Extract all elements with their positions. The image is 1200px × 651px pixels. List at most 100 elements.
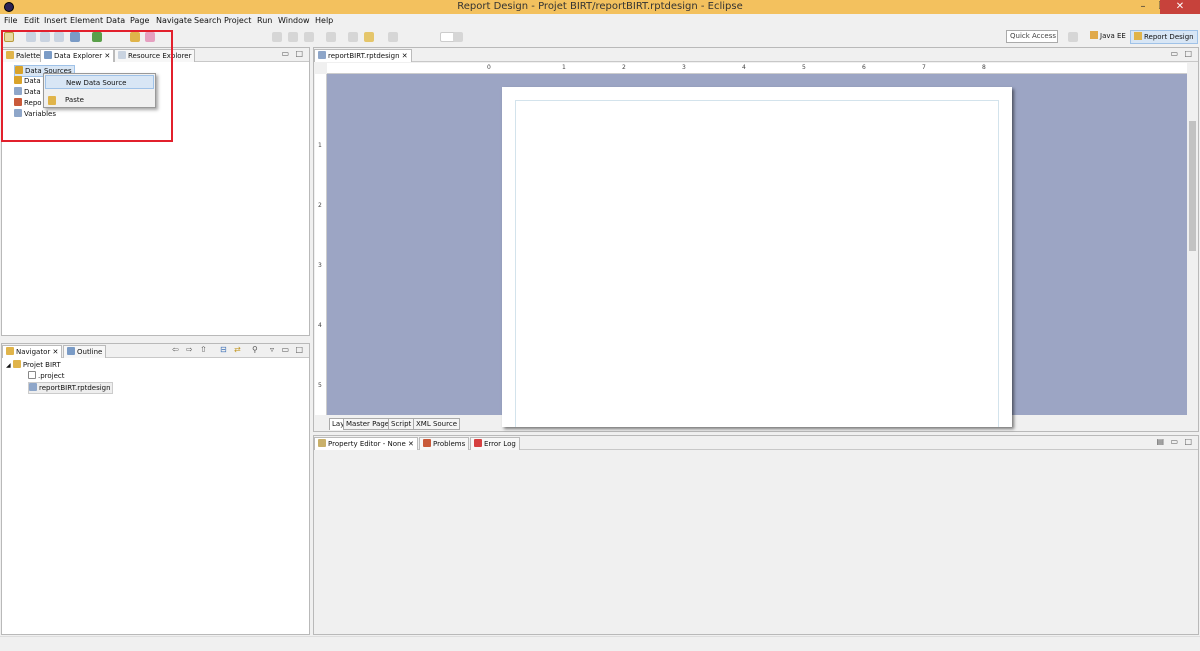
menu-edit[interactable]: Edit: [24, 16, 40, 25]
error-log-icon: [474, 439, 482, 447]
maximize-view-icon[interactable]: □: [295, 345, 303, 354]
menu-navigate[interactable]: Navigate: [156, 16, 192, 25]
ruler-mark: 5: [802, 64, 806, 71]
menu-project[interactable]: Project: [224, 16, 251, 25]
view-menu-icon[interactable]: ▤: [1156, 437, 1164, 446]
tree-item-project[interactable]: ◢ Projet BIRT: [6, 360, 61, 371]
quick-access-input[interactable]: Quick Access: [1006, 30, 1058, 43]
title-bar: Report Design - Projet BIRT/reportBIRT.r…: [0, 0, 1200, 14]
report-design-icon: [1134, 32, 1142, 40]
forward-icon[interactable]: [388, 32, 398, 42]
report-page[interactable]: [502, 87, 1012, 427]
menu-page[interactable]: Page: [130, 16, 149, 25]
java-ee-icon: [1090, 31, 1098, 39]
pin-icon[interactable]: [453, 32, 463, 42]
tab-master-page[interactable]: Master Page: [343, 418, 393, 430]
tab-property-editor-label: Property Editor - None: [328, 440, 406, 448]
page-body-area[interactable]: [515, 100, 999, 427]
outline-icon: [67, 347, 75, 355]
status-bar: [0, 636, 1200, 651]
menu-window[interactable]: Window: [278, 16, 310, 25]
highlight-annotation-box: [1, 30, 173, 142]
editor-vertical-scrollbar[interactable]: [1187, 63, 1198, 415]
vertical-ruler: 1 2 3 4 5: [315, 74, 327, 415]
redo-icon[interactable]: [288, 32, 298, 42]
last-edit-icon[interactable]: [348, 32, 358, 42]
close-tab-icon[interactable]: ✕: [408, 440, 414, 448]
perspective-java-ee-label: Java EE: [1100, 32, 1126, 40]
tree-item-report-file-label: reportBIRT.rptdesign: [39, 384, 111, 392]
menu-element[interactable]: Element: [70, 16, 103, 25]
navigator-tabbar: Navigator ✕ Outline ⇦ ⇨ ⇧ ⊟ ⇄ ⚲ ▿ ▭ □: [2, 344, 309, 358]
close-tab-icon[interactable]: ✕: [402, 52, 408, 60]
ruler-mark: 2: [318, 202, 322, 209]
tab-xml-source[interactable]: XML Source: [413, 418, 461, 430]
tab-outline[interactable]: Outline: [63, 345, 107, 358]
minimize-view-icon[interactable]: ▭: [281, 345, 289, 354]
tab-outline-label: Outline: [77, 348, 103, 356]
property-editor-icon: [318, 439, 326, 447]
scrollbar-thumb[interactable]: [1189, 121, 1196, 251]
forward-nav-icon[interactable]: ⇨: [186, 345, 193, 354]
maximize-view-icon[interactable]: □: [295, 49, 303, 58]
minimize-view-icon[interactable]: ▭: [281, 49, 289, 58]
expand-icon[interactable]: ◢: [6, 362, 11, 369]
navigator-panel: Navigator ✕ Outline ⇦ ⇨ ⇧ ⊟ ⇄ ⚲ ▿ ▭ □ ◢ …: [1, 343, 310, 635]
report-design-canvas[interactable]: [327, 74, 1187, 427]
ruler-mark: 3: [682, 64, 686, 71]
ruler-mark: 4: [318, 322, 322, 329]
menu-run[interactable]: Run: [257, 16, 272, 25]
tree-item-project-label: Projet BIRT: [22, 361, 61, 369]
report-file-icon: [318, 51, 326, 59]
maximize-view-icon[interactable]: □: [1184, 49, 1192, 58]
tree-item-project-file[interactable]: .project: [28, 371, 65, 381]
undo-icon[interactable]: [272, 32, 282, 42]
horizontal-ruler: 0 1 2 3 4 5 6 7 8: [327, 63, 1187, 74]
link-editor-icon[interactable]: ⇄: [234, 345, 241, 354]
ruler-mark: 2: [622, 64, 626, 71]
tab-report-editor-label: reportBIRT.rptdesign: [328, 52, 400, 60]
back-nav-icon[interactable]: ⇦: [172, 345, 179, 354]
close-tab-icon[interactable]: ✕: [53, 348, 59, 356]
project-folder-icon: [12, 360, 21, 368]
tree-item-project-file-label: .project: [38, 372, 65, 380]
perspective-report-design[interactable]: Report Design: [1130, 30, 1198, 44]
maximize-view-icon[interactable]: □: [1184, 437, 1192, 446]
view-menu-icon[interactable]: ▿: [270, 345, 274, 354]
tab-script[interactable]: Script: [388, 418, 415, 430]
ruler-mark: 3: [318, 262, 322, 269]
collapse-all-icon[interactable]: ⊟: [220, 345, 227, 354]
minimize-view-icon[interactable]: ▭: [1170, 437, 1178, 446]
tab-report-editor[interactable]: reportBIRT.rptdesign ✕: [314, 49, 412, 62]
up-nav-icon[interactable]: ⇧: [200, 345, 207, 354]
property-tabbar: Property Editor - None ✕ Problems Error …: [314, 436, 1198, 450]
navigator-icon: [6, 347, 14, 355]
prev-annotation-icon[interactable]: [326, 32, 336, 42]
open-perspective-icon[interactable]: [1068, 32, 1078, 42]
tab-navigator[interactable]: Navigator ✕: [2, 345, 63, 358]
perspective-java-ee[interactable]: Java EE: [1088, 30, 1128, 44]
minimize-view-icon[interactable]: ▭: [1170, 49, 1178, 58]
next-annotation-icon[interactable]: [304, 32, 314, 42]
tab-problems-label: Problems: [433, 440, 466, 448]
filter-icon[interactable]: ⚲: [252, 345, 258, 354]
tree-item-report-file[interactable]: reportBIRT.rptdesign: [28, 382, 113, 394]
ruler-mark: 1: [318, 142, 322, 149]
tab-property-editor[interactable]: Property Editor - None ✕: [314, 437, 418, 450]
menu-data[interactable]: Data: [106, 16, 125, 25]
back-icon[interactable]: [364, 32, 374, 42]
ruler-mark: 8: [982, 64, 986, 71]
editor-tabbar: reportBIRT.rptdesign ✕ ▭ □: [314, 48, 1198, 62]
menu-search[interactable]: Search: [194, 16, 221, 25]
menu-file[interactable]: File: [4, 16, 17, 25]
ruler-mark: 4: [742, 64, 746, 71]
close-button[interactable]: ✕: [1160, 0, 1200, 14]
tab-error-log[interactable]: Error Log: [470, 437, 520, 450]
ruler-mark: 5: [318, 382, 322, 389]
menu-help[interactable]: Help: [315, 16, 333, 25]
window-title: Report Design - Projet BIRT/reportBIRT.r…: [457, 1, 743, 12]
menu-insert[interactable]: Insert: [44, 16, 67, 25]
ruler-mark: 0: [487, 64, 491, 71]
ruler-mark: 7: [922, 64, 926, 71]
tab-problems[interactable]: Problems: [419, 437, 470, 450]
